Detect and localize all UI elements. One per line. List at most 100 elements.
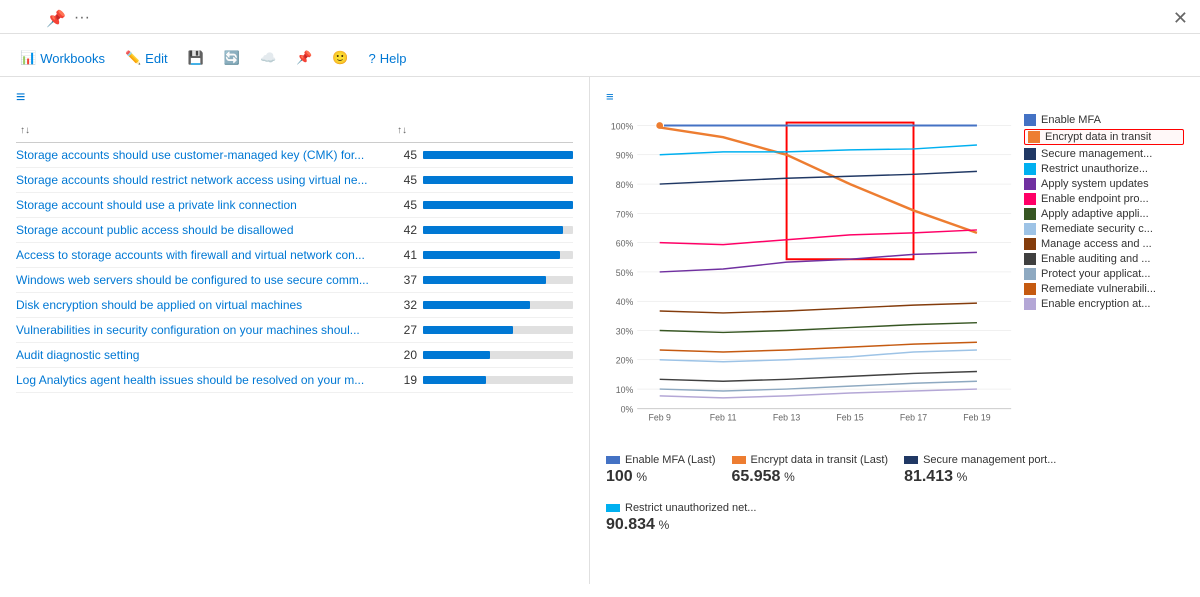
- legend-item[interactable]: Encrypt data in transit: [1024, 129, 1184, 145]
- workbooks-icon: 📊: [20, 50, 36, 66]
- footer-metric: Secure management port... 81.413 %: [904, 454, 1056, 486]
- toolbar-help[interactable]: ? Help: [361, 47, 415, 70]
- svg-text:80%: 80%: [616, 180, 634, 190]
- unhealthy-count-cell: 41: [393, 248, 573, 262]
- toolbar-save[interactable]: 💾: [180, 46, 212, 70]
- chart-icon: ≡: [606, 89, 614, 104]
- unhealthy-count-cell: 20: [393, 348, 573, 362]
- count-value: 19: [393, 373, 417, 387]
- count-value: 45: [393, 148, 417, 162]
- toolbar: 📊 Workbooks ✏️ Edit 💾 🔄 ☁️ 📌 🙂 ? Help: [0, 40, 1200, 77]
- legend-item: Enable encryption at...: [1024, 298, 1184, 310]
- footer-unit: %: [784, 470, 795, 484]
- footer-value: 90.834: [606, 516, 655, 533]
- edit-label: Edit: [145, 51, 167, 66]
- bar-background: [423, 251, 573, 259]
- legend-item: Manage access and ...: [1024, 238, 1184, 250]
- left-panel: ≡ ↑↓ ↑↓ Storage accounts should use cust…: [0, 77, 590, 584]
- legend-label: Remediate vulnerabili...: [1041, 283, 1156, 295]
- legend-color-swatch: [1024, 268, 1036, 280]
- svg-text:0%: 0%: [621, 405, 634, 415]
- footer-unit: %: [636, 470, 647, 484]
- chart-legend: Enable MFA Encrypt data in transit Secur…: [1024, 114, 1184, 444]
- bar-fill: [423, 151, 573, 159]
- toolbar-refresh[interactable]: 🔄: [216, 46, 248, 70]
- table-row: Vulnerabilities in security configuratio…: [16, 318, 573, 343]
- count-value: 42: [393, 223, 417, 237]
- legend-color-swatch: [1024, 298, 1036, 310]
- footer-metric-value: 65.958 %: [732, 468, 889, 486]
- recommendations-table: Storage accounts should use customer-man…: [16, 143, 573, 393]
- footer-metric-label: Enable MFA (Last): [625, 454, 716, 466]
- svg-text:100%: 100%: [611, 121, 634, 131]
- footer-metric-value: 100 %: [606, 468, 716, 486]
- footer-metric-value: 81.413 %: [904, 468, 1056, 486]
- svg-text:Feb 17: Feb 17: [900, 412, 927, 422]
- legend-item: Apply system updates: [1024, 178, 1184, 190]
- count-value: 41: [393, 248, 417, 262]
- title-bar: 📌 ··· ✕: [0, 0, 1200, 34]
- recommendation-name[interactable]: Storage account should use a private lin…: [16, 198, 393, 212]
- legend-label: Protect your applicat...: [1041, 268, 1150, 280]
- recommendation-name[interactable]: Log Analytics agent health issues should…: [16, 373, 393, 387]
- pin-icon[interactable]: 📌: [46, 9, 66, 29]
- line-chart: 100% 90% 80% 70% 60% 50% 40% 30% 20% 10%…: [606, 114, 1016, 424]
- close-button[interactable]: ✕: [1173, 8, 1188, 29]
- toolbar-workbooks[interactable]: 📊 Workbooks: [12, 46, 113, 70]
- footer-metric-label: Secure management port...: [923, 454, 1056, 466]
- count-value: 37: [393, 273, 417, 287]
- legend-color-swatch: [1024, 223, 1036, 235]
- bar-background: [423, 351, 573, 359]
- legend-color-swatch: [1024, 163, 1036, 175]
- recommendation-name[interactable]: Vulnerabilities in security configuratio…: [16, 323, 393, 337]
- recommendation-name[interactable]: Access to storage accounts with firewall…: [16, 248, 393, 262]
- unhealthy-count-cell: 45: [393, 198, 573, 212]
- save-icon: 💾: [188, 50, 204, 66]
- svg-text:30%: 30%: [616, 326, 634, 336]
- bar-background: [423, 201, 573, 209]
- chart-area: 100% 90% 80% 70% 60% 50% 40% 30% 20% 10%…: [606, 114, 1184, 444]
- more-icon[interactable]: ···: [74, 9, 90, 29]
- legend-label: Remediate security c...: [1041, 223, 1153, 235]
- recommendation-name[interactable]: Audit diagnostic setting: [16, 348, 393, 362]
- footer-color-swatch: [904, 456, 918, 464]
- bar-fill: [423, 301, 530, 309]
- recommendation-name[interactable]: Storage account public access should be …: [16, 223, 393, 237]
- help-icon: ?: [369, 51, 376, 66]
- sort-icon-name[interactable]: ↑↓: [20, 125, 30, 136]
- footer-color-swatch: [606, 456, 620, 464]
- recommendation-name[interactable]: Windows web servers should be configured…: [16, 273, 393, 287]
- legend-color-swatch: [1028, 131, 1040, 143]
- unhealthy-count-cell: 37: [393, 273, 573, 287]
- toolbar-edit[interactable]: ✏️ Edit: [117, 46, 176, 70]
- bar-fill: [423, 251, 560, 259]
- footer-color-swatch: [732, 456, 746, 464]
- table-row: Storage account public access should be …: [16, 218, 573, 243]
- sort-icon-count[interactable]: ↑↓: [397, 125, 407, 136]
- unhealthy-count-cell: 45: [393, 148, 573, 162]
- footer-metric-label: Encrypt data in transit (Last): [751, 454, 889, 466]
- bar-background: [423, 301, 573, 309]
- recommendation-name[interactable]: Storage accounts should restrict network…: [16, 173, 393, 187]
- bar-fill: [423, 176, 573, 184]
- recommendation-name[interactable]: Storage accounts should use customer-man…: [16, 148, 393, 162]
- legend-label: Enable encryption at...: [1041, 298, 1150, 310]
- svg-text:50%: 50%: [616, 268, 634, 278]
- svg-text:20%: 20%: [616, 356, 634, 366]
- recommendation-name[interactable]: Disk encryption should be applied on vir…: [16, 298, 393, 312]
- bar-fill: [423, 326, 513, 334]
- svg-text:Feb 11: Feb 11: [710, 412, 737, 422]
- legend-label: Enable auditing and ...: [1041, 253, 1150, 265]
- legend-color-swatch: [1024, 148, 1036, 160]
- legend-label: Enable endpoint pro...: [1041, 193, 1149, 205]
- svg-text:40%: 40%: [616, 297, 634, 307]
- toolbar-pin[interactable]: 📌: [288, 46, 320, 70]
- chart-title: ≡: [606, 89, 1184, 104]
- legend-item: Enable endpoint pro...: [1024, 193, 1184, 205]
- cloud-icon: ☁️: [260, 50, 276, 66]
- toolbar-cloud[interactable]: ☁️: [252, 46, 284, 70]
- table-header: ↑↓ ↑↓: [16, 119, 573, 143]
- count-value: 32: [393, 298, 417, 312]
- toolbar-feedback[interactable]: 🙂: [324, 46, 356, 70]
- bar-background: [423, 326, 573, 334]
